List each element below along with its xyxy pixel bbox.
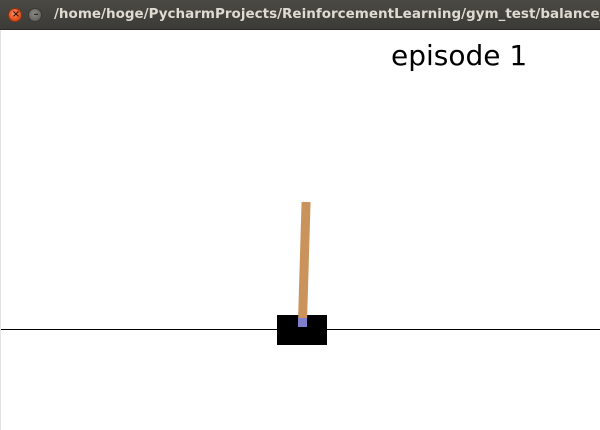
- minimize-button[interactable]: –: [28, 8, 42, 22]
- minimize-icon: –: [33, 9, 39, 20]
- close-icon: ×: [11, 9, 21, 20]
- episode-label: episode 1: [391, 39, 528, 72]
- pole: [298, 201, 311, 323]
- window-titlebar[interactable]: × – /home/hoge/PycharmProjects/Reinforce…: [0, 0, 600, 30]
- window-title: /home/hoge/PycharmProjects/Reinforcement…: [54, 6, 600, 22]
- app-window: × – /home/hoge/PycharmProjects/Reinforce…: [0, 0, 600, 430]
- axle: [298, 318, 307, 327]
- render-canvas: episode 1: [0, 30, 600, 430]
- close-button[interactable]: ×: [8, 8, 22, 22]
